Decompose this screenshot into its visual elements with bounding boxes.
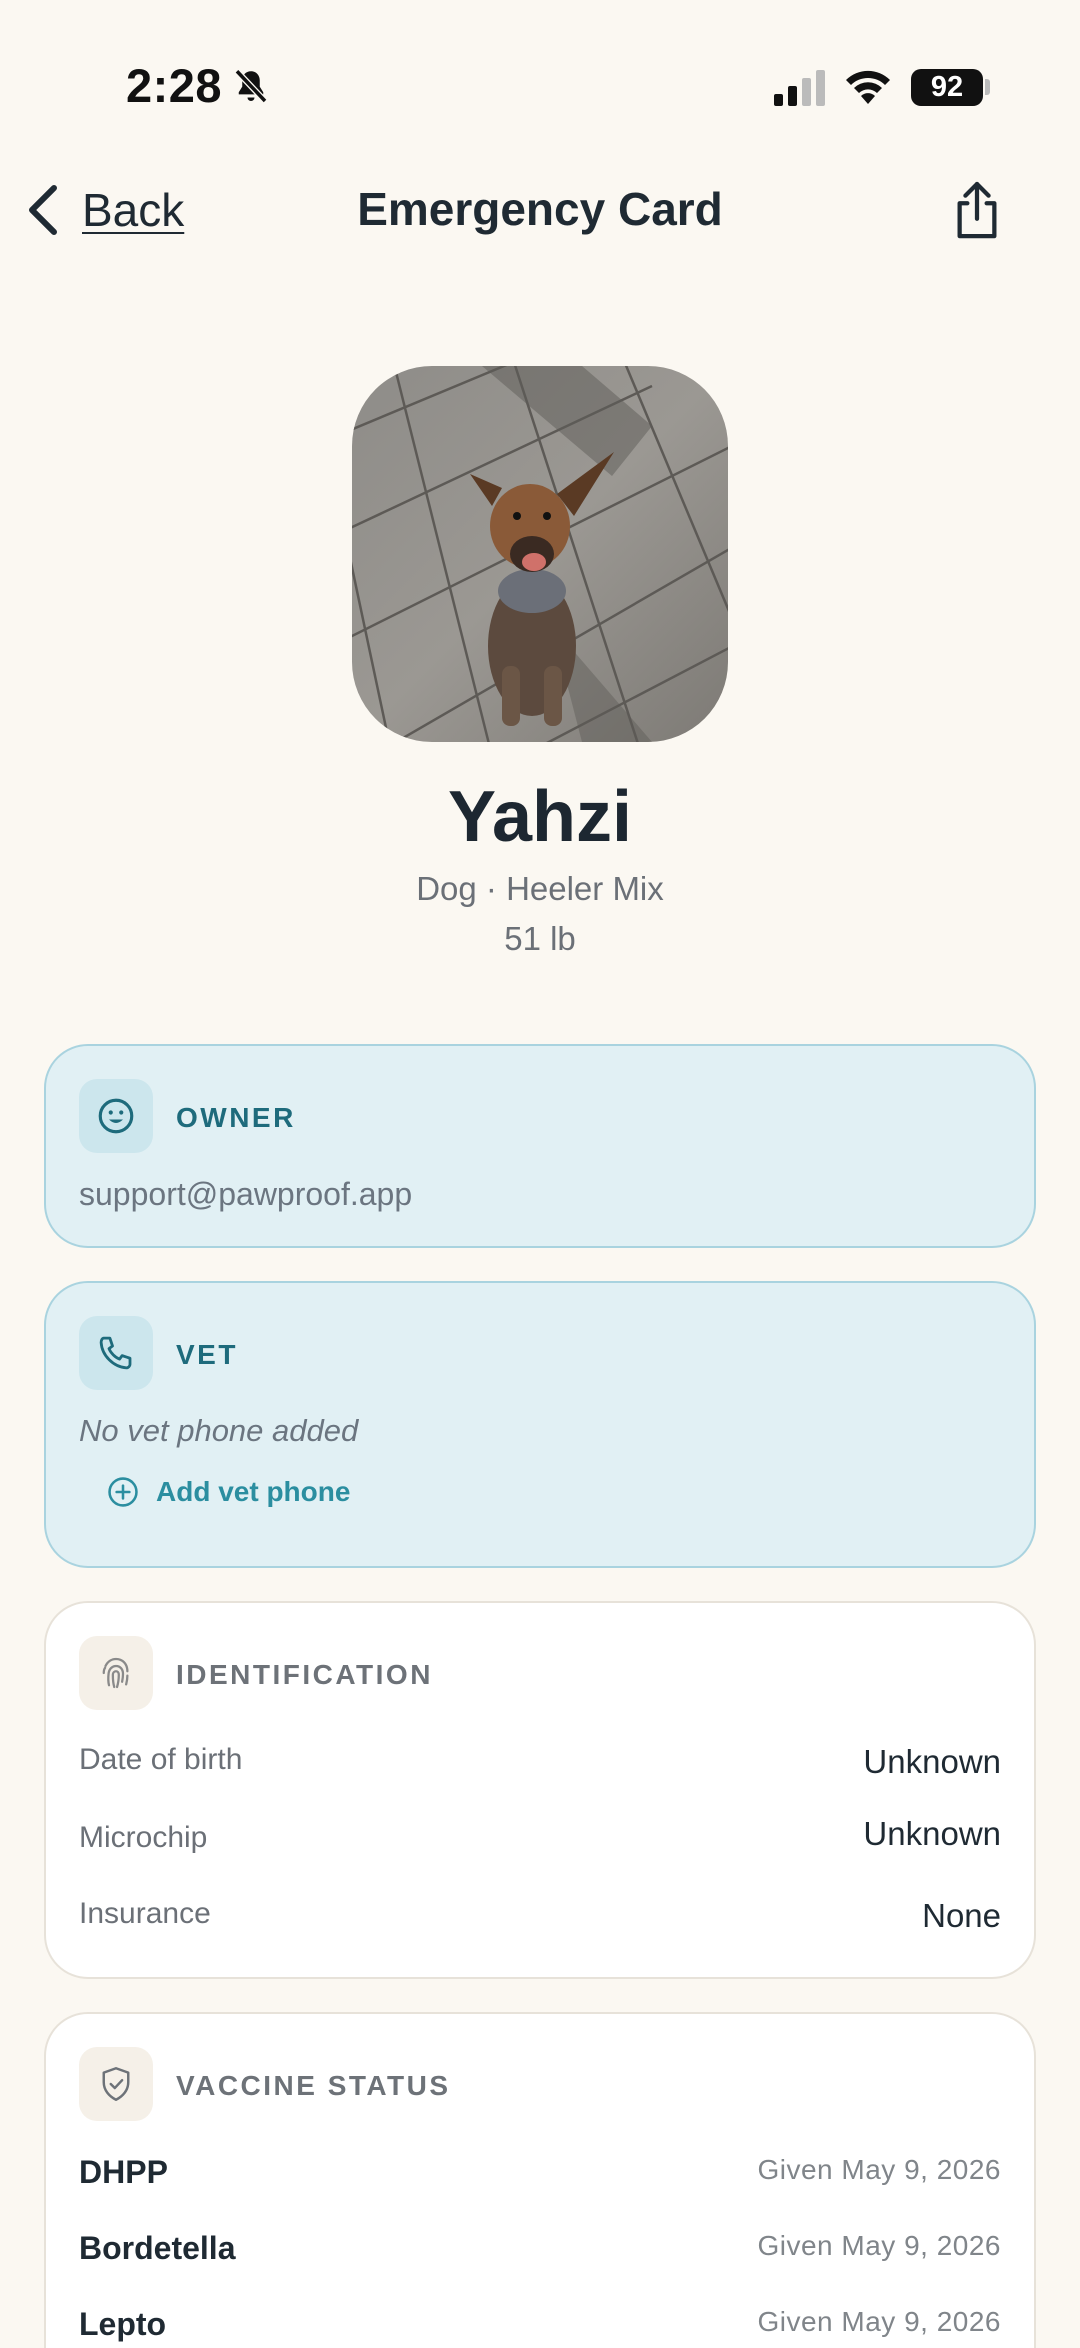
identification-icon-box	[79, 1636, 153, 1710]
vaccine-date: Given May 9, 2026	[757, 2306, 1001, 2337]
vaccine-icon-box	[79, 2047, 153, 2121]
identification-card: IDENTIFICATION Date of birth Unknown Mic…	[44, 1601, 1036, 1979]
plus-circle-icon	[108, 1477, 138, 1507]
battery-indicator: 92	[911, 69, 983, 106]
id-row-dob: Date of birth Unknown	[79, 1743, 1001, 1793]
id-label: Microchip	[79, 1821, 208, 1854]
vaccine-name: Bordetella	[79, 2230, 236, 2266]
id-label: Date of birth	[79, 1743, 243, 1776]
fingerprint-icon	[102, 1657, 129, 1689]
vaccine-row-lepto[interactable]: Lepto Given May 9, 2026	[79, 2306, 1001, 2348]
back-button[interactable]: Back	[22, 180, 184, 240]
smile-icon	[98, 1098, 134, 1134]
vet-empty-text: No vet phone added	[79, 1413, 359, 1448]
back-label: Back	[82, 184, 185, 236]
owner-icon-box	[79, 1079, 153, 1153]
vet-icon-box	[79, 1316, 153, 1390]
owner-heading: OWNER	[176, 1102, 296, 1133]
battery-nub	[985, 79, 990, 95]
id-row-insurance: Insurance None	[79, 1897, 1001, 1947]
chevron-left-icon	[29, 185, 57, 235]
shield-check-icon	[102, 2067, 130, 2101]
bell-slash-icon	[234, 69, 268, 104]
status-time: 2:28	[126, 59, 223, 112]
signal-icon	[774, 70, 825, 106]
id-value: None	[922, 1897, 1001, 1934]
vaccine-row-bordetella[interactable]: Bordetella Given May 9, 2026	[79, 2230, 1001, 2280]
vet-card: VET No vet phone added Add vet phone	[44, 1281, 1036, 1568]
vaccine-row-dhpp[interactable]: DHPP Given May 9, 2026	[79, 2154, 1001, 2204]
owner-email: support@pawproof.app	[79, 1176, 413, 1212]
vaccine-status-card: VACCINE STATUS DHPP Given May 9, 2026 Bo…	[44, 2012, 1036, 2348]
pet-name: Yahzi	[447, 777, 633, 857]
vaccine-name: Lepto	[79, 2306, 167, 2342]
phone-icon	[99, 1336, 132, 1370]
wifi-icon	[846, 70, 890, 104]
vaccine-heading: VACCINE STATUS	[176, 2070, 451, 2101]
vet-heading: VET	[176, 1339, 238, 1370]
pet-breed: Dog · Heeler Mix	[416, 870, 664, 907]
pet-photo	[352, 366, 728, 742]
add-vet-phone-button[interactable]: Add vet phone	[106, 1475, 350, 1509]
identification-heading: IDENTIFICATION	[176, 1659, 433, 1690]
pet-weight: 51 lb	[504, 920, 576, 957]
id-value: Unknown	[863, 1815, 1001, 1852]
id-label: Insurance	[79, 1897, 211, 1930]
vaccine-date: Given May 9, 2026	[757, 2154, 1001, 2185]
status-bar: 2:28 92	[0, 0, 1080, 150]
id-value: Unknown	[863, 1743, 1001, 1780]
id-row-microchip: Microchip Unknown	[79, 1815, 1001, 1867]
vaccine-date: Given May 9, 2026	[757, 2230, 1001, 2261]
vaccine-name: DHPP	[79, 2154, 168, 2190]
share-icon[interactable]	[950, 180, 1004, 242]
add-vet-phone-label: Add vet phone	[156, 1476, 351, 1507]
owner-card[interactable]: OWNER support@pawproof.app	[44, 1044, 1036, 1248]
